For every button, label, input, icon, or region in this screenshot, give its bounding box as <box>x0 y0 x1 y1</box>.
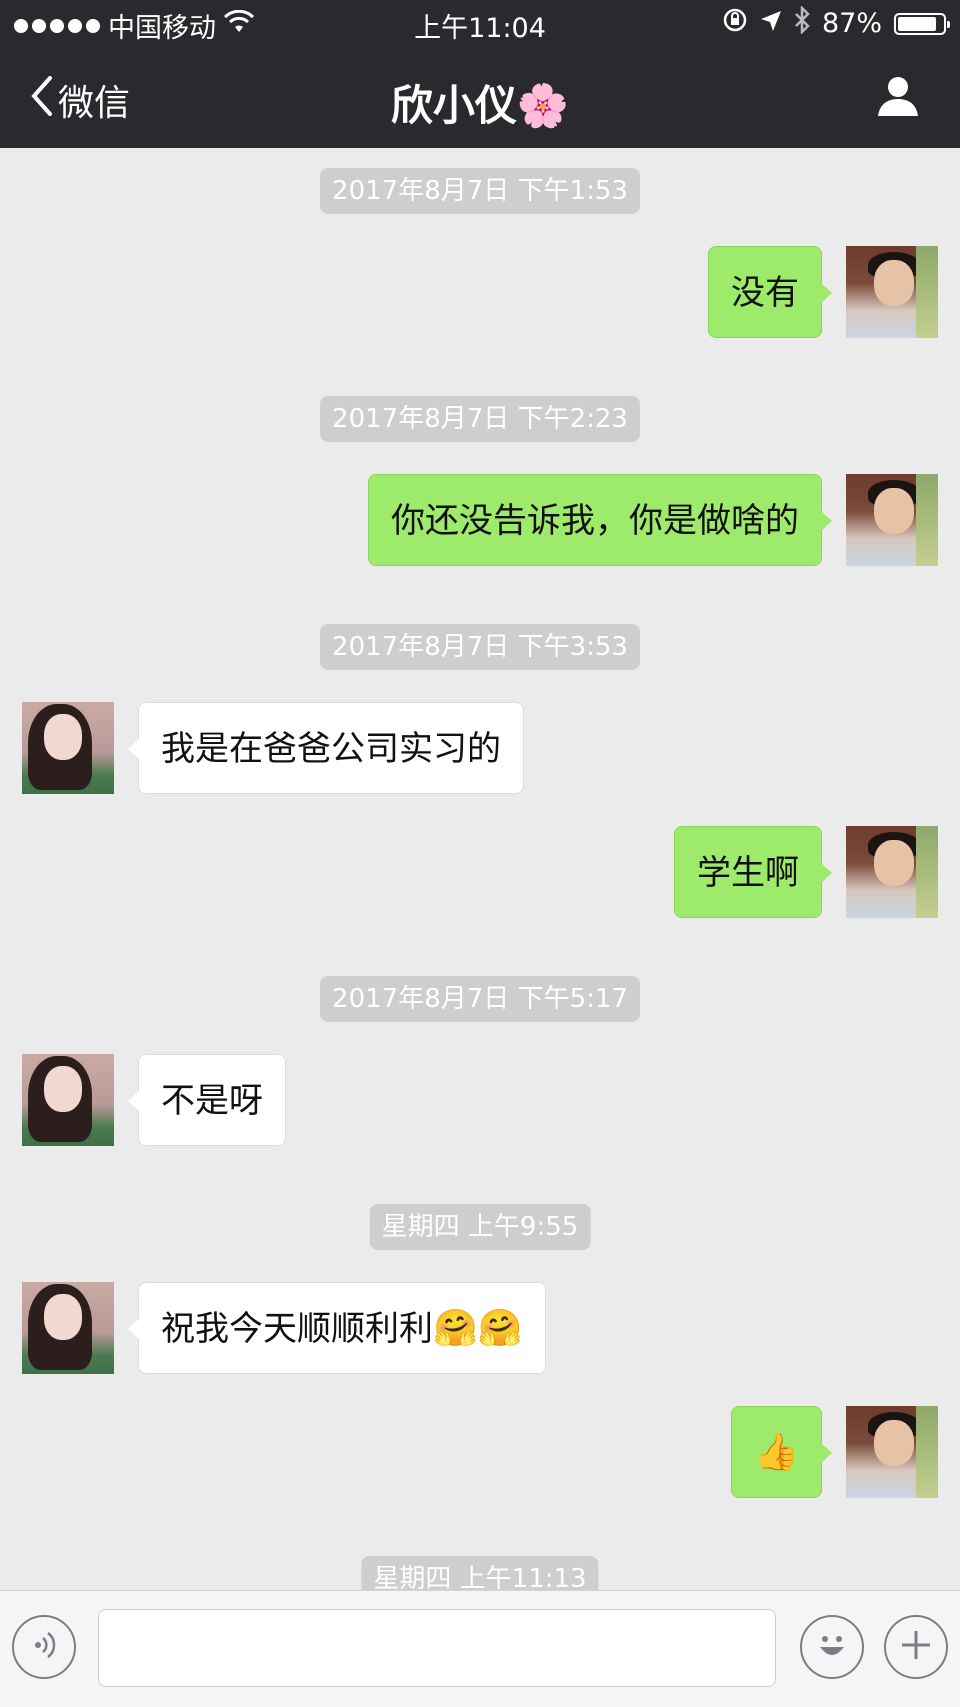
more-options-button[interactable] <box>884 1615 948 1679</box>
voice-icon <box>27 1628 61 1666</box>
hugging-face-emoji: 🤗🤗 <box>433 1308 523 1349</box>
contact-name: 欣小仪 <box>390 81 517 130</box>
message-bubble-received[interactable]: 祝我今天顺顺利利🤗🤗 <box>128 1282 546 1374</box>
message-bubble-sent[interactable]: 学生啊 <box>674 826 832 918</box>
orientation-lock-icon <box>722 7 748 40</box>
voice-input-button[interactable] <box>12 1615 76 1679</box>
message-text: 祝我今天顺顺利利 <box>161 1309 433 1349</box>
message-bubble-sent[interactable]: 👍 <box>731 1406 832 1498</box>
thumbs-up-emoji: 👍 <box>754 1432 799 1473</box>
timestamp: 2017年8月7日 下午3:53 <box>320 624 640 670</box>
message-bubble-sent[interactable]: 你还没告诉我，你是做啥的 <box>368 474 832 566</box>
timestamp: 2017年8月7日 下午5:17 <box>320 976 640 1022</box>
my-avatar[interactable] <box>846 474 938 566</box>
message-input[interactable] <box>98 1609 776 1687</box>
chat-title: 欣小仪🌸 <box>0 72 960 133</box>
input-bar <box>0 1590 960 1707</box>
contact-avatar[interactable] <box>22 1054 114 1146</box>
timestamp: 2017年8月7日 下午2:23 <box>320 396 640 442</box>
bluetooth-icon <box>794 4 810 41</box>
emoji-button[interactable] <box>800 1615 864 1679</box>
timestamp: 星期四 上午11:13 <box>361 1556 599 1590</box>
location-arrow-icon <box>760 8 782 39</box>
battery-percent: 87% <box>821 8 882 39</box>
contact-profile-button[interactable] <box>876 74 920 122</box>
timestamp: 2017年8月7日 下午1:53 <box>320 168 640 214</box>
status-right: 87% <box>722 4 950 41</box>
smiley-icon <box>812 1625 852 1669</box>
contact-avatar[interactable] <box>22 702 114 794</box>
status-bar: 中国移动 上午11:04 87% <box>0 0 960 48</box>
timestamp: 星期四 上午9:55 <box>369 1204 591 1250</box>
battery-icon <box>894 12 950 35</box>
my-avatar[interactable] <box>846 246 938 338</box>
nav-bar: 微信 欣小仪🌸 <box>0 48 960 148</box>
contact-avatar[interactable] <box>22 1282 114 1374</box>
my-avatar[interactable] <box>846 826 938 918</box>
plus-icon <box>898 1627 934 1667</box>
person-icon <box>876 77 920 122</box>
chat-area[interactable]: 2017年8月7日 下午1:53 没有 2017年8月7日 下午2:23 你还没… <box>0 148 960 1590</box>
message-bubble-received[interactable]: 不是呀 <box>128 1054 286 1146</box>
message-bubble-received[interactable]: 我是在爸爸公司实习的 <box>128 702 524 794</box>
my-avatar[interactable] <box>846 1406 938 1498</box>
message-bubble-sent[interactable]: 没有 <box>708 246 832 338</box>
cherry-blossom-icon: 🌸 <box>516 81 570 130</box>
